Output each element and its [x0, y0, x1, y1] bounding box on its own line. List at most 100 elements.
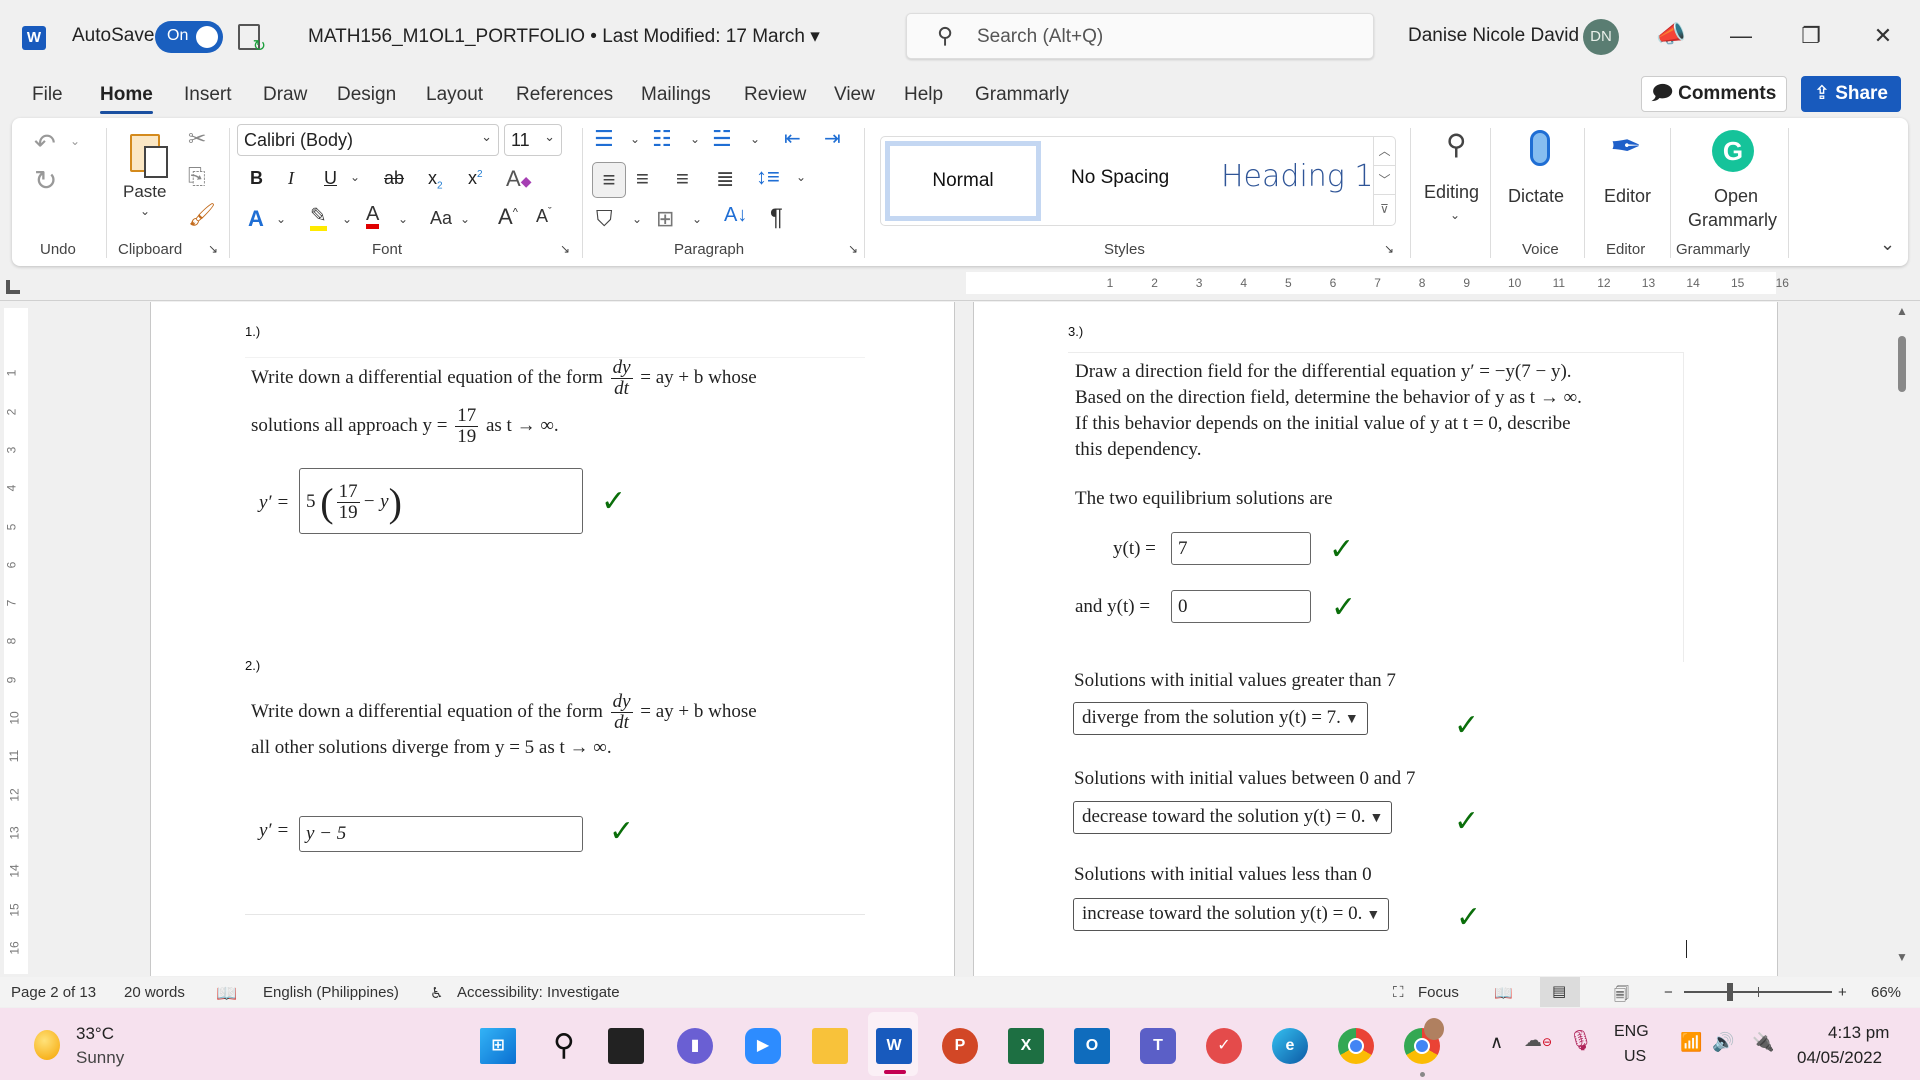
zoom-app-icon[interactable]: ▶	[745, 1028, 781, 1064]
paste-button[interactable]	[130, 130, 170, 180]
start-icon[interactable]: ⊞	[480, 1028, 516, 1064]
onedrive-error-icon[interactable]: ☁⊖	[1524, 1030, 1552, 1051]
chat-icon[interactable]: ▮	[677, 1028, 713, 1064]
word-count[interactable]: 20 words	[124, 984, 185, 1001]
restore-button[interactable]: ❐	[1786, 16, 1836, 56]
font-launcher-icon[interactable]: ↘	[560, 242, 570, 256]
battery-charging-icon[interactable]: 🔌	[1752, 1032, 1774, 1053]
align-right-icon[interactable]: ≡	[676, 166, 689, 192]
text-effects-dropdown-icon[interactable]: ⌄	[276, 212, 286, 226]
style-no-spacing[interactable]: No Spacing	[1071, 167, 1169, 189]
styles-launcher-icon[interactable]: ↘	[1384, 242, 1394, 256]
font-color-icon[interactable]: A	[366, 204, 380, 229]
bullets-icon[interactable]: ☰	[594, 126, 614, 152]
save-sync-icon[interactable]	[238, 24, 266, 56]
powerpoint-icon[interactable]: P	[942, 1028, 978, 1064]
underline-dropdown-icon[interactable]: ⌄	[350, 170, 360, 184]
strikethrough-icon[interactable]: ab	[384, 168, 404, 189]
share-button[interactable]: ⇪ Share	[1801, 76, 1901, 112]
excel-icon[interactable]: X	[1008, 1028, 1044, 1064]
tab-layout[interactable]: Layout	[426, 84, 483, 106]
grow-font-icon[interactable]: A^	[498, 204, 518, 230]
styles-down-icon[interactable]: ﹀	[1374, 166, 1395, 195]
tab-draw[interactable]: Draw	[263, 84, 307, 106]
change-case-icon[interactable]: Aa	[430, 208, 452, 229]
input-language-line2[interactable]: US	[1624, 1048, 1646, 1066]
shrink-font-icon[interactable]: Aˇ	[536, 206, 552, 227]
collapse-ribbon-icon[interactable]: ⌄	[1880, 234, 1895, 255]
taskbar-search-icon[interactable]: ⚲	[546, 1028, 582, 1064]
show-formatting-icon[interactable]: ¶	[770, 204, 783, 232]
copy-icon[interactable]: ⎘	[188, 164, 206, 190]
justify-icon[interactable]: ≣	[716, 166, 734, 192]
weather-temperature[interactable]: 33°C	[76, 1024, 114, 1044]
tab-design[interactable]: Design	[337, 84, 396, 106]
open-grammarly-button[interactable]: G Open Grammarly	[1678, 124, 1790, 240]
chrome-icon[interactable]	[1338, 1028, 1374, 1064]
styles-up-icon[interactable]: ︿	[1374, 137, 1395, 166]
shading-dropdown-icon[interactable]: ⌄	[632, 212, 642, 226]
document-title[interactable]: MATH156_M1OL1_PORTFOLIO • Last Modified:…	[308, 25, 820, 48]
zoom-in-button[interactable]: +	[1838, 984, 1847, 1001]
highlight-color-icon[interactable]: ✎	[310, 206, 327, 231]
minimize-button[interactable]: —	[1716, 16, 1766, 56]
clipboard-launcher-icon[interactable]: ↘	[208, 242, 218, 256]
numbering-icon[interactable]: ☷	[652, 126, 672, 152]
line-spacing-dropdown-icon[interactable]: ⌄	[796, 170, 806, 184]
tab-references[interactable]: References	[516, 84, 613, 106]
close-button[interactable]: ✕	[1858, 16, 1908, 56]
clock-date[interactable]: 04/05/2022	[1797, 1048, 1882, 1068]
undo-dropdown-icon[interactable]: ⌄	[70, 134, 80, 148]
tab-review[interactable]: Review	[744, 84, 806, 106]
avatar[interactable]: DN	[1583, 19, 1619, 55]
font-size-select[interactable]: 11 ⌄	[504, 124, 562, 156]
zoom-out-button[interactable]: −	[1664, 984, 1673, 1001]
search-input[interactable]: ⚲ Search (Alt+Q)	[906, 13, 1374, 59]
format-painter-icon[interactable]: 🖌	[188, 202, 216, 228]
increase-indent-icon[interactable]: ⇥	[824, 126, 841, 151]
focus-mode[interactable]: Focus	[1418, 984, 1459, 1001]
autosave-toggle[interactable]: On	[155, 21, 223, 53]
bullets-dropdown-icon[interactable]: ⌄	[630, 132, 640, 146]
styles-more-icon[interactable]: ⊽	[1374, 195, 1395, 224]
clear-formatting-icon[interactable]: A◆	[506, 166, 531, 192]
q2-answer-input[interactable]: y − 5	[299, 816, 583, 852]
tab-file[interactable]: File	[32, 84, 63, 106]
align-left-button[interactable]: ≡	[592, 162, 626, 198]
focus-icon[interactable]: ⛶	[1393, 984, 1404, 1001]
tab-selector-icon[interactable]	[6, 280, 20, 294]
file-explorer-icon[interactable]	[812, 1028, 848, 1064]
align-center-icon[interactable]: ≡	[636, 166, 649, 192]
tab-help[interactable]: Help	[904, 84, 943, 106]
multilevel-list-icon[interactable]: ☱	[712, 126, 732, 152]
redo-icon[interactable]: ↻	[34, 164, 57, 197]
print-layout-button[interactable]: ▤	[1540, 977, 1580, 1007]
zoom-level[interactable]: 66%	[1871, 984, 1901, 1001]
clock-time[interactable]: 4:13 pm	[1828, 1023, 1889, 1043]
subscript-icon[interactable]: x2	[428, 168, 443, 192]
edge-icon[interactable]: e	[1272, 1028, 1308, 1064]
accessibility-status[interactable]: Accessibility: Investigate	[457, 984, 620, 1001]
scroll-up-icon[interactable]: ▲	[1896, 304, 1908, 318]
case-1-select[interactable]: diverge from the solution y(t) = 7. ▼	[1073, 702, 1368, 735]
weather-sun-icon[interactable]	[34, 1030, 60, 1060]
outlook-icon[interactable]: O	[1074, 1028, 1110, 1064]
page-count[interactable]: Page 2 of 13	[11, 984, 96, 1001]
editor-button[interactable]: ✒ Editor	[1592, 124, 1672, 234]
case-3-select[interactable]: increase toward the solution y(t) = 0. ▼	[1073, 898, 1390, 931]
tab-home[interactable]: Home	[100, 84, 153, 114]
tab-insert[interactable]: Insert	[184, 84, 232, 106]
underline-icon[interactable]: U	[324, 168, 337, 189]
task-view-icon[interactable]	[608, 1028, 644, 1064]
decrease-indent-icon[interactable]: ⇤	[784, 126, 801, 151]
numbering-dropdown-icon[interactable]: ⌄	[690, 132, 700, 146]
vertical-scrollbar[interactable]: ▲ ▼	[1892, 300, 1914, 970]
bold-icon[interactable]: B	[250, 168, 263, 189]
font-name-select[interactable]: Calibri (Body) ⌄	[237, 124, 499, 156]
input-language-line1[interactable]: ENG	[1614, 1023, 1649, 1041]
tab-mailings[interactable]: Mailings	[641, 84, 711, 106]
superscript-icon[interactable]: x2	[468, 168, 483, 189]
highlight-dropdown-icon[interactable]: ⌄	[342, 212, 352, 226]
coauthor-megaphone-icon[interactable]: 📣	[1656, 20, 1686, 49]
line-spacing-icon[interactable]: ↕≡	[756, 164, 780, 190]
